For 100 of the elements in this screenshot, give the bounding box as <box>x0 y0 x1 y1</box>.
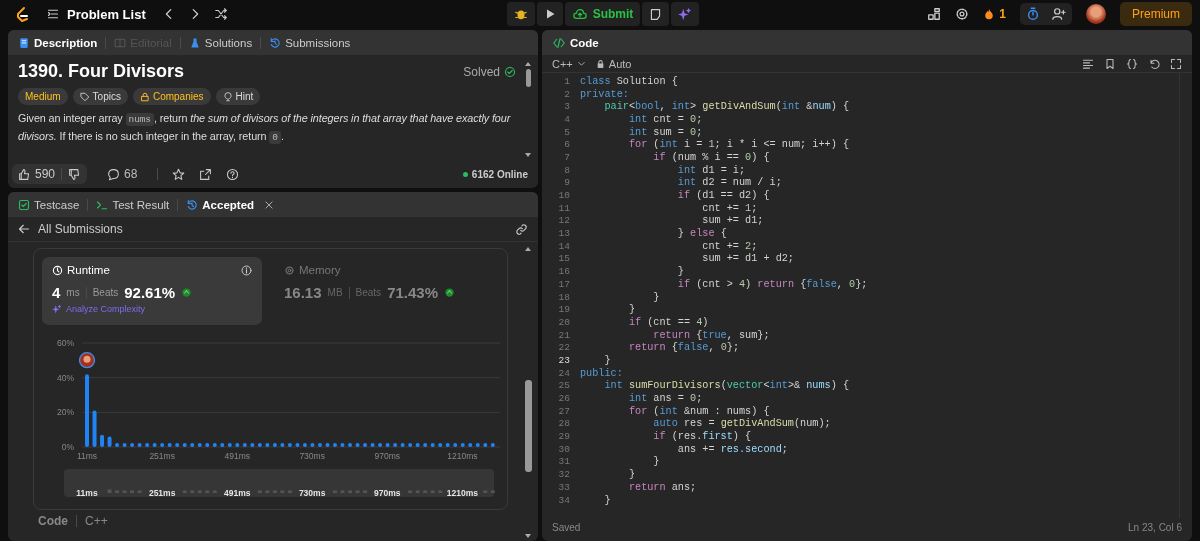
chart-bar[interactable] <box>355 443 360 447</box>
chart-bar[interactable] <box>468 443 473 447</box>
chart-bar[interactable] <box>107 436 112 447</box>
submit-button[interactable]: Submit <box>564 2 641 26</box>
chart-bar[interactable] <box>438 443 443 447</box>
star-icon[interactable] <box>172 167 186 181</box>
problem-list-button[interactable]: Problem List <box>42 6 150 22</box>
scrollbar-thumb[interactable] <box>524 380 532 472</box>
chart-bar[interactable] <box>100 434 105 447</box>
chart-bar[interactable] <box>302 443 307 447</box>
panel-tab[interactable]: Submissions <box>269 34 351 51</box>
panel-tab[interactable]: Testcase <box>18 196 80 213</box>
debug-button[interactable] <box>506 2 535 26</box>
chart-bar[interactable] <box>348 443 352 447</box>
shuffle-icon[interactable] <box>213 7 228 21</box>
chart-bar[interactable] <box>92 410 97 447</box>
chart-bar[interactable] <box>115 443 120 447</box>
panel-tab[interactable]: Test Result <box>96 196 170 213</box>
language-dropdown[interactable]: C++ <box>552 57 586 70</box>
chart-bar[interactable] <box>460 443 465 447</box>
chart-bar[interactable] <box>310 443 315 447</box>
scrollbar-thumb[interactable] <box>525 69 531 87</box>
hint-tag[interactable]: Hint <box>215 88 261 105</box>
chart-bar[interactable] <box>220 443 225 447</box>
chart-bar[interactable] <box>137 443 142 447</box>
chart-bar[interactable] <box>280 443 285 447</box>
chart-bar[interactable] <box>122 443 127 447</box>
chart-bar[interactable] <box>227 443 232 447</box>
chart-bar[interactable] <box>317 443 322 447</box>
help-icon[interactable] <box>226 167 240 181</box>
note-button[interactable] <box>642 2 670 26</box>
chart-bar[interactable] <box>378 443 383 447</box>
settings-icon[interactable] <box>955 7 970 21</box>
chart-bar[interactable] <box>295 443 300 447</box>
chart-bar[interactable] <box>408 443 413 447</box>
chart-bar[interactable] <box>453 443 458 447</box>
chart-bar[interactable] <box>325 443 330 447</box>
chart-bar[interactable] <box>205 443 210 447</box>
timer-icon[interactable] <box>1026 7 1040 21</box>
streak-counter[interactable]: 1 <box>983 7 1006 21</box>
bookmark-icon[interactable] <box>1104 57 1116 70</box>
chart-bar[interactable] <box>197 443 202 447</box>
memory-stat-card[interactable]: Memory 16.13 MB Beats 71.43% <box>274 257 494 325</box>
chart-bar[interactable] <box>272 443 277 447</box>
chart-bar[interactable] <box>145 443 150 447</box>
range-selector[interactable] <box>64 469 494 497</box>
chart-bar[interactable] <box>363 443 368 447</box>
logo-icon[interactable] <box>14 5 30 23</box>
undo-icon[interactable] <box>1148 57 1160 70</box>
chart-bar[interactable] <box>190 443 195 447</box>
info-icon[interactable] <box>241 264 252 276</box>
chart-bar[interactable] <box>265 443 270 447</box>
scroll-up-icon[interactable] <box>524 61 532 67</box>
comments-button[interactable]: 68 <box>101 166 144 182</box>
all-submissions-link[interactable]: All Submissions <box>18 222 123 236</box>
chart-bar[interactable] <box>167 443 172 447</box>
chart-bar[interactable] <box>340 443 345 447</box>
chart-bar[interactable] <box>370 443 375 447</box>
chart-bar[interactable] <box>182 443 187 447</box>
chart-bar[interactable] <box>400 443 405 447</box>
chart-bar[interactable] <box>130 443 135 447</box>
chart-bar[interactable] <box>175 443 180 447</box>
chart-bar[interactable] <box>423 443 428 447</box>
link-icon[interactable] <box>515 222 528 236</box>
chart-bar[interactable] <box>430 443 435 447</box>
companies-tag[interactable]: Companies <box>132 88 211 105</box>
chart-bar[interactable] <box>333 443 337 447</box>
layout-icon[interactable] <box>927 7 942 21</box>
share-icon[interactable] <box>199 167 213 181</box>
chart-bar[interactable] <box>152 443 157 447</box>
chart-bar[interactable] <box>415 443 420 447</box>
chart-bar[interactable] <box>393 443 398 447</box>
topics-tag[interactable]: Topics <box>72 88 128 105</box>
panel-tab[interactable]: Solutions <box>188 34 253 51</box>
difficulty-tag[interactable]: Medium <box>18 88 68 105</box>
add-user-icon[interactable] <box>1052 7 1066 21</box>
chart-bar[interactable] <box>212 443 217 447</box>
run-button[interactable] <box>536 2 563 26</box>
chart-bar[interactable] <box>475 443 480 447</box>
format-icon[interactable] <box>1082 57 1094 70</box>
scroll-up-icon[interactable] <box>524 246 532 252</box>
braces-icon[interactable] <box>1126 57 1138 70</box>
chart-bar[interactable] <box>287 443 292 447</box>
chart-bar[interactable] <box>385 443 390 447</box>
runtime-stat-card[interactable]: Runtime 4 ms Beats 92.61% Analyze Complexity <box>42 257 262 325</box>
chart-bar[interactable] <box>235 443 240 447</box>
chart-bar[interactable] <box>250 443 255 447</box>
chart-bar[interactable] <box>160 443 165 447</box>
avatar[interactable] <box>1086 4 1106 24</box>
chart-bar[interactable] <box>445 443 450 447</box>
ai-button[interactable] <box>671 2 700 26</box>
scroll-down-icon[interactable] <box>524 152 532 158</box>
chart-bar[interactable] <box>242 443 247 447</box>
chart-bar[interactable] <box>483 443 488 447</box>
chart-bar[interactable] <box>257 443 262 447</box>
premium-button[interactable]: Premium <box>1120 2 1192 26</box>
panel-tab[interactable]: Accepted <box>186 196 275 213</box>
scroll-down-icon[interactable] <box>524 533 532 539</box>
chart-bar[interactable] <box>490 443 495 447</box>
expand-icon[interactable] <box>1170 57 1182 70</box>
